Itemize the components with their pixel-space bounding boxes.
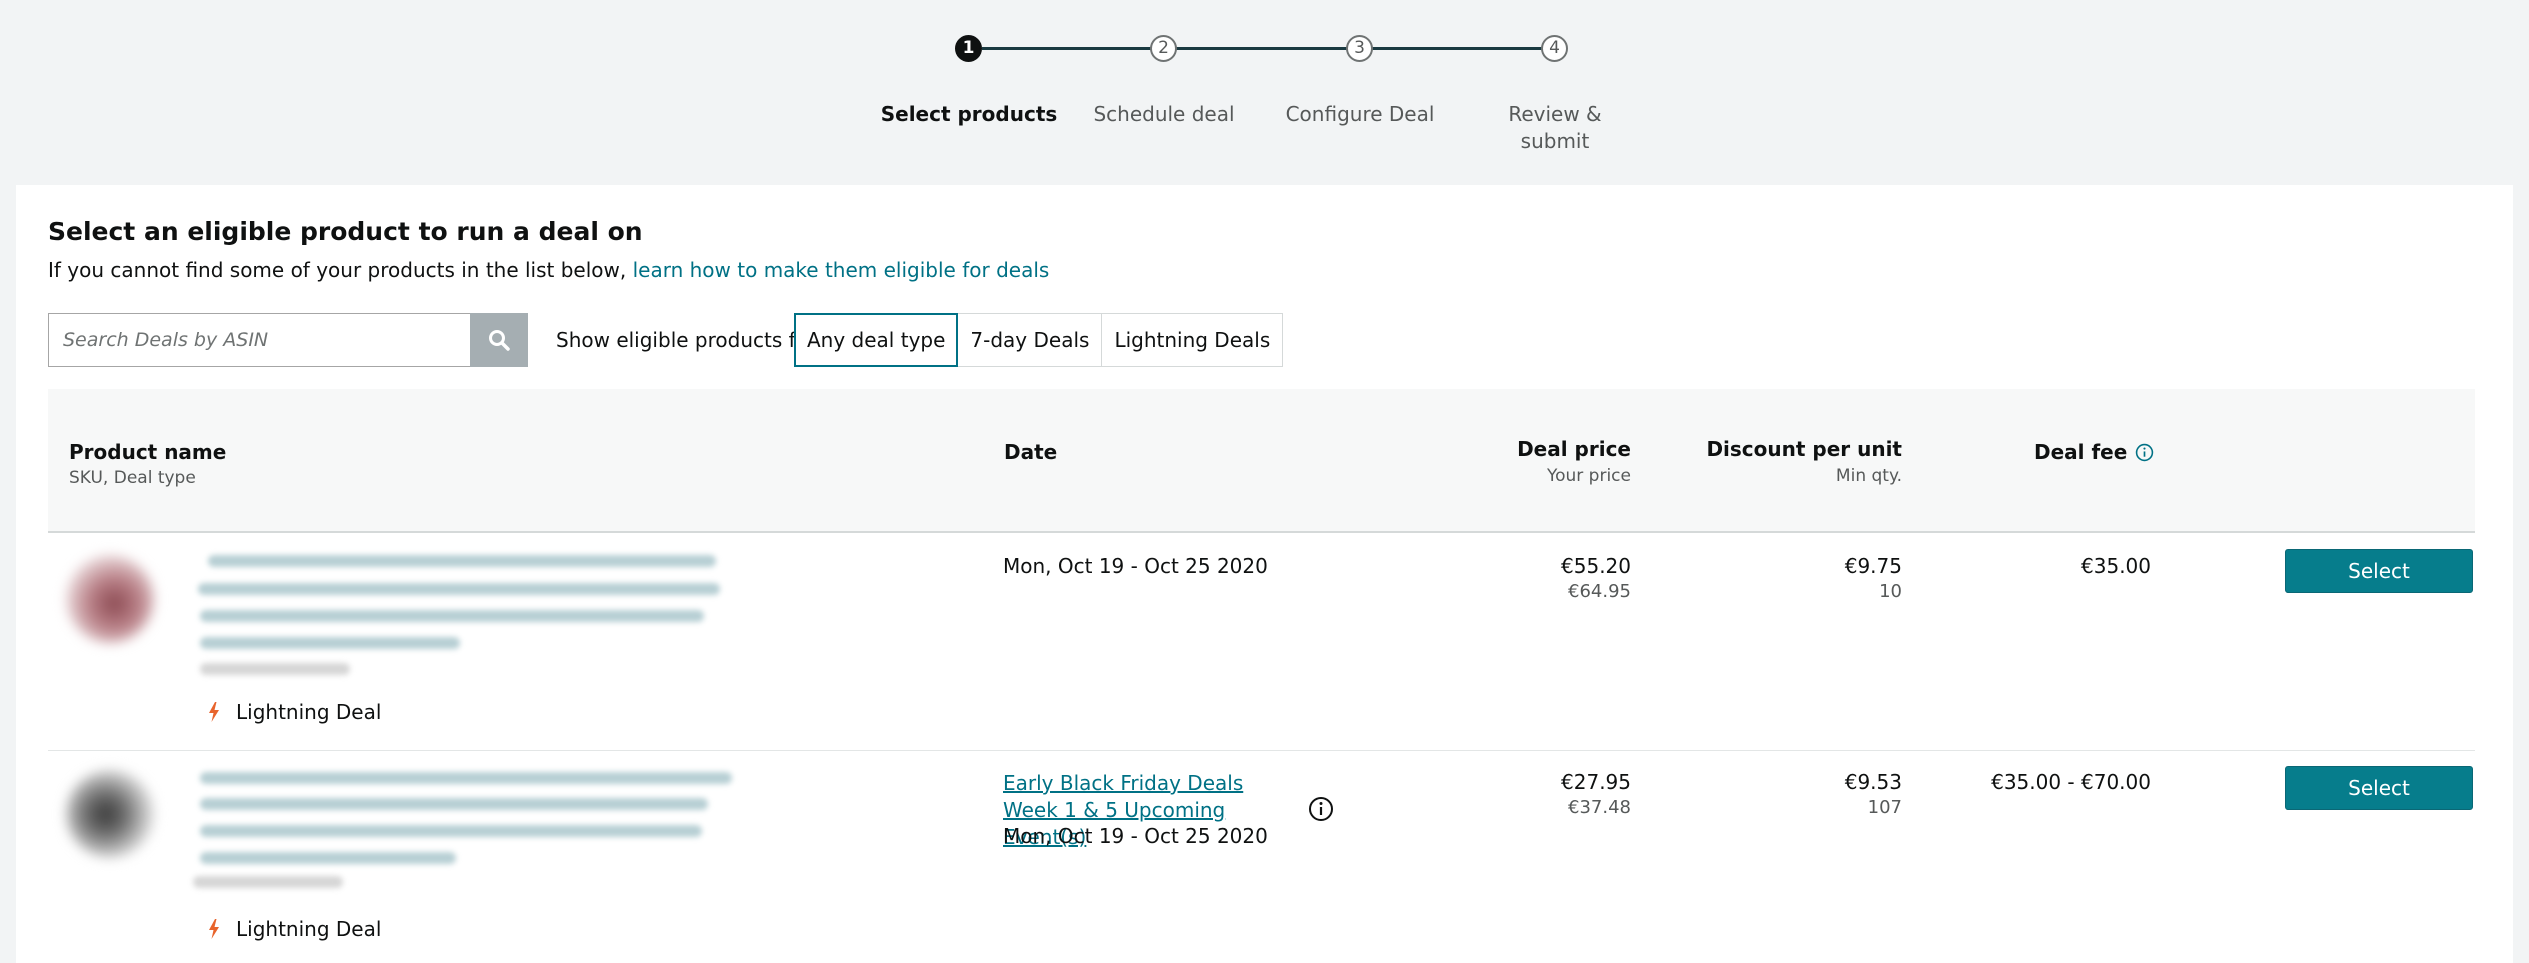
step-3-indicator: 3 (1346, 35, 1373, 62)
your-price: €37.48 (1568, 797, 1631, 818)
column-your-price: Your price (1546, 466, 1631, 486)
deal-date: Mon, Oct 19 - Oct 25 2020 (1003, 554, 1268, 578)
eligibility-help-link[interactable]: learn how to make them eligible for deal… (633, 258, 1050, 282)
column-date: Date (1004, 440, 1058, 464)
deal-type-label: Lightning Deal (236, 700, 382, 724)
deal-fee: €35.00 - €70.00 (1991, 770, 2151, 794)
column-discount-per-unit: Discount per unit (1706, 437, 1902, 461)
lightning-icon (209, 919, 219, 939)
step-4-label: Review & submit (1508, 102, 1602, 153)
table-row: Lightning Deal Mon, Oct 19 - Oct 25 2020… (48, 535, 2475, 751)
step-4-indicator: 4 (1541, 35, 1568, 62)
deal-type-badge: Lightning Deal (208, 700, 381, 724)
search-icon (489, 330, 510, 351)
deals-table-header: Product name SKU, Deal type Date Deal pr… (48, 389, 2475, 533)
column-product-subtitle: SKU, Deal type (69, 468, 196, 488)
filter-any-deal-type[interactable]: Any deal type (794, 313, 959, 367)
step-1-indicator: 1 (955, 35, 982, 62)
discount-per-unit: €9.75 (1844, 554, 1902, 578)
product-image (66, 555, 154, 643)
deal-price: €55.20 (1561, 554, 1631, 578)
step-3-label: Configure Deal (1285, 102, 1435, 126)
table-row: Lightning Deal Early Black Friday Deals … (48, 752, 2475, 963)
select-button[interactable]: Select (2285, 549, 2473, 593)
your-price: €64.95 (1568, 581, 1631, 602)
deal-fee: €35.00 (2081, 554, 2151, 578)
search-container (48, 313, 528, 367)
product-image (66, 770, 154, 858)
deal-fee-info-icon[interactable] (2135, 443, 2154, 462)
column-product-name: Product name (69, 440, 227, 464)
search-input[interactable] (49, 314, 469, 366)
lightning-icon (209, 702, 219, 722)
column-deal-fee: Deal fee (2034, 440, 2128, 464)
search-button[interactable] (470, 313, 528, 367)
discount-per-unit: €9.53 (1844, 770, 1902, 794)
step-1-label: Select products (880, 102, 1058, 126)
eligibility-help-text: If you cannot find some of your products… (48, 258, 1049, 282)
product-selection-card: Select an eligible product to run a deal… (16, 185, 2513, 963)
event-info-icon[interactable] (1308, 796, 1334, 822)
step-2-label: Schedule deal (1093, 102, 1235, 126)
step-2-indicator: 2 (1150, 35, 1177, 62)
stepper-line (982, 47, 1552, 50)
page-title: Select an eligible product to run a deal… (48, 217, 643, 246)
progress-stepper: 1 2 3 4 Select products Schedule deal Co… (0, 0, 2529, 185)
min-qty: 10 (1879, 581, 1902, 602)
deal-type-filter-label: Show eligible products for (556, 328, 817, 352)
deal-price: €27.95 (1561, 770, 1631, 794)
help-text-prefix: If you cannot find some of your products… (48, 258, 633, 282)
select-button[interactable]: Select (2285, 766, 2473, 810)
column-min-qty: Min qty. (1835, 466, 1902, 486)
filter-7-day-deals[interactable]: 7-day Deals (957, 313, 1103, 367)
min-qty: 107 (1867, 797, 1902, 818)
deal-type-filter: Any deal type 7-day Deals Lightning Deal… (794, 313, 1284, 367)
filter-lightning-deals[interactable]: Lightning Deals (1101, 313, 1284, 367)
deal-date: Mon, Oct 19 - Oct 25 2020 (1003, 824, 1268, 848)
column-deal-price: Deal price (1517, 437, 1631, 461)
deal-type-label: Lightning Deal (236, 917, 382, 941)
deal-type-badge: Lightning Deal (208, 917, 381, 941)
